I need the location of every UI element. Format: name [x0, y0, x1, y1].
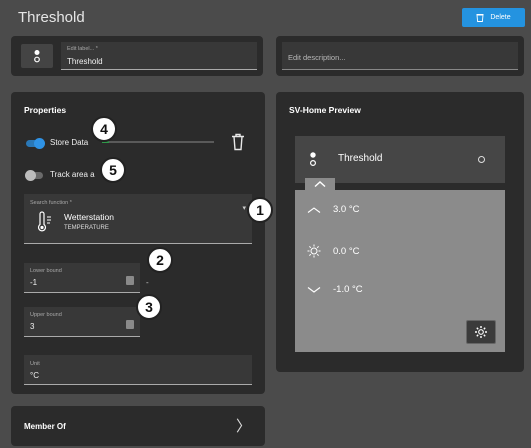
unit-value: °C [30, 371, 39, 380]
trash-icon[interactable] [231, 133, 245, 151]
preview-row-lower: -1.0 °C [305, 284, 363, 295]
preview-device-name: Threshold [338, 153, 383, 164]
collapse-tab[interactable] [305, 178, 335, 190]
trash-icon [476, 14, 484, 22]
label-field-caption: Edit label... * [67, 46, 98, 52]
member-of-title: Member Of [24, 422, 66, 431]
preview-row-upper: 3.0 °C [305, 204, 360, 215]
lower-bound-icon [305, 286, 323, 293]
unit-field[interactable]: Unit °C [24, 355, 252, 385]
search-function-type: TEMPERATURE [64, 225, 109, 231]
marker-1: 1 [247, 197, 273, 223]
sun-icon [305, 244, 323, 258]
upper-bound-icon [305, 206, 323, 213]
device-icon-button[interactable] [21, 44, 53, 68]
upper-bound-stepper[interactable] [126, 320, 134, 329]
store-data-toggle[interactable] [26, 138, 45, 149]
upper-bound-caption: Upper bound [30, 312, 62, 318]
label-field[interactable]: Edit label... * Threshold [61, 42, 257, 70]
threshold-icon [34, 50, 40, 63]
preview-body: 3.0 °C 0.0 °C -1.0 °C [295, 190, 505, 352]
status-dot-icon [478, 156, 485, 163]
preview-current-value: 0.0 °C [333, 245, 360, 257]
chevron-up-icon [314, 181, 326, 187]
marker-4: 4 [91, 116, 117, 142]
page-title: Threshold [18, 9, 85, 26]
label-field-value: Threshold [67, 57, 103, 66]
properties-title: Properties [24, 105, 67, 115]
settings-button[interactable] [466, 320, 496, 344]
preview-card: SV-Home Preview Threshold 3.0 °C 0.0 °C … [276, 92, 524, 372]
track-area-toggle-knob [25, 170, 36, 181]
delete-button[interactable]: Delete [462, 8, 525, 27]
lower-bound-field[interactable]: Lower bound -1 [24, 263, 140, 293]
search-function-field[interactable]: Search function * Wetterstation TEMPERAT… [24, 194, 252, 244]
lower-bound-value: -1 [30, 278, 38, 287]
label-card: Edit label... * Threshold [11, 36, 263, 76]
description-card: Edit description... [276, 36, 524, 76]
preview-upper-value: 3.0 °C [333, 204, 360, 215]
unit-caption: Unit [30, 361, 40, 367]
search-function-caption: Search function * [30, 200, 72, 206]
description-placeholder: Edit description... [288, 53, 346, 62]
chevron-down-icon[interactable]: ▾ [242, 204, 246, 212]
preview-row-current: 0.0 °C [305, 244, 360, 258]
member-of-card[interactable]: Member Of 〉 [11, 406, 265, 446]
track-area-toggle[interactable] [25, 170, 43, 181]
preview-title: SV-Home Preview [289, 105, 361, 115]
chevron-right-icon[interactable]: 〉 [236, 415, 251, 436]
threshold-icon [309, 152, 317, 167]
upper-bound-value: 3 [30, 322, 35, 331]
search-function-name: Wetterstation [64, 212, 114, 222]
preview-lower-value: -1.0 °C [333, 284, 363, 295]
store-data-label: Store Data [50, 138, 89, 147]
lower-bound-caption: Lower bound [30, 268, 62, 274]
properties-card: Properties Store Data Track area a Searc… [11, 92, 265, 394]
delete-button-label: Delete [490, 14, 511, 21]
upper-bound-field[interactable]: Upper bound 3 [24, 307, 140, 337]
thermometer-icon [37, 211, 51, 232]
track-area-label: Track area a [50, 170, 95, 179]
retention-slider[interactable] [102, 141, 214, 143]
marker-3: 3 [136, 294, 162, 320]
store-data-toggle-knob [34, 138, 45, 149]
gear-icon [475, 326, 487, 338]
preview-device-header: Threshold [295, 136, 505, 183]
range-separator: - [146, 278, 149, 287]
lower-bound-stepper[interactable] [126, 276, 134, 285]
marker-2: 2 [147, 247, 173, 273]
marker-5: 5 [100, 157, 126, 183]
description-field[interactable]: Edit description... [282, 42, 518, 70]
